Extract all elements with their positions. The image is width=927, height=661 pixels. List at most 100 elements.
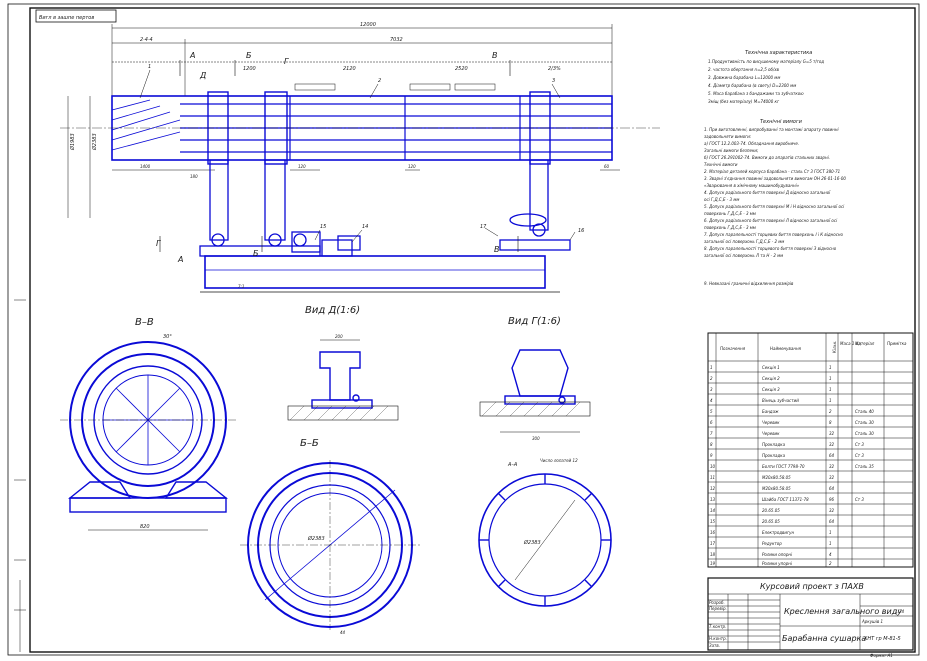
svg-text:1: 1 — [829, 365, 832, 370]
th-oboz: Позначення — [720, 346, 746, 351]
sec-b2: Б — [253, 249, 259, 258]
drawing-sheet: Вигл в зашпе пертов 12000 2·4·4 7032 120… — [0, 0, 927, 661]
title-vv: В–В — [135, 317, 154, 328]
svg-text:32: 32 — [829, 475, 835, 480]
svg-text:4. Діаметр барабана (в свету): 4. Діаметр барабана (в свету) D=2300 мм — [708, 83, 796, 88]
spec-title: Технічна характеристика — [745, 50, 812, 56]
sec-v1: В — [492, 51, 498, 60]
dim-mid: 1200 — [243, 66, 256, 72]
leader-16: 16 — [578, 228, 584, 234]
svg-text:задовольняти вимоги:: задовольняти вимоги: — [704, 134, 752, 139]
dim-slope: 2/3% — [548, 66, 561, 72]
svg-text:М20х80.58.05: М20х80.58.05 — [762, 486, 791, 491]
svg-text:Прокладка: Прокладка — [762, 453, 786, 458]
svg-text:Шайба ГОСТ 11371-78: Шайба ГОСТ 11371-78 — [762, 497, 809, 502]
svg-text:Секція 2: Секція 2 — [762, 376, 780, 381]
title-vd: Вид Д(1:6) — [305, 305, 360, 316]
svg-text:Болти ГОСТ 7798-70: Болти ГОСТ 7798-70 — [762, 464, 805, 469]
svg-text:Сталь 40: Сталь 40 — [855, 409, 874, 414]
svg-text:32: 32 — [829, 508, 835, 513]
svg-text:поверхонь Г,Д,С,Е - 3 мм: поверхонь Г,Д,С,Е - 3 мм — [704, 211, 756, 216]
svg-text:Ролики упорні: Ролики упорні — [762, 561, 793, 566]
svg-text:Сталь 35: Сталь 35 — [855, 464, 874, 469]
svg-text:32: 32 — [829, 431, 835, 436]
leader-14: 14 — [362, 224, 368, 230]
svg-text:Прокладка: Прокладка — [762, 442, 786, 447]
dim-slope-small: 7:1 — [238, 284, 244, 289]
th-name: Найменування — [770, 346, 802, 351]
svg-text:96: 96 — [829, 497, 835, 502]
svg-text:64: 64 — [829, 486, 835, 491]
svg-text:1: 1 — [829, 387, 832, 392]
svg-text:6. Допуск радіального биття по: 6. Допуск радіального биття поверхні Л в… — [704, 218, 838, 223]
sec-b1: Б — [246, 51, 252, 60]
svg-text:поверхонь Г,Д,С,Е - 3 мм: поверхонь Г,Д,С,Е - 3 мм — [704, 225, 756, 230]
svg-text:11: 11 — [710, 475, 715, 480]
sec-g2: Г — [156, 239, 161, 248]
svg-text:Електродвигун: Електродвигун — [762, 530, 794, 535]
svg-text:1: 1 — [829, 376, 832, 381]
dim-h2: Ø2383 — [91, 133, 98, 151]
dia-aa: Ø2383 — [523, 539, 541, 546]
dim-44: 44 — [340, 630, 346, 635]
svg-text:1: 1 — [829, 541, 832, 546]
leader-15: 15 — [320, 224, 326, 230]
svg-text:5. Маса барабана з бандажами т: 5. Маса барабана з бандажами та зубчатко… — [708, 91, 804, 96]
svg-text:Секція 3: Секція 3 — [762, 387, 780, 392]
tb-role-1: Перевір. — [709, 606, 727, 611]
svg-text:14: 14 — [710, 508, 716, 513]
svg-text:Сталь 30: Сталь 30 — [855, 431, 874, 436]
svg-text:Черевик: Черевик — [762, 431, 780, 436]
dim-2520: 2520 — [455, 66, 468, 72]
tb-role-4: Затв. — [709, 643, 720, 648]
dim-h1: Ø1983 — [69, 133, 76, 151]
svg-text:М20х80.58.05: М20х80.58.05 — [762, 475, 791, 480]
svg-text:Ст 3: Ст 3 — [855, 497, 864, 502]
tb-role-2: Т.контр. — [709, 624, 726, 629]
svg-text:загальної осі поверхонь Г,Д,С,: загальної осі поверхонь Г,Д,С,Е - 2 мм — [704, 239, 784, 244]
sec-v2: В — [494, 245, 500, 254]
title-aa: А–А — [507, 462, 518, 468]
tb-scale: 1:24 — [895, 609, 904, 614]
svg-text:б) ГОСТ 26.291002-74. Вимоги д: б) ГОСТ 26.291002-74. Вимоги до апаратів… — [704, 155, 830, 160]
svg-text:1: 1 — [829, 530, 832, 535]
th-note: Примітка — [887, 341, 907, 346]
svg-text:3. Довжина барабана L=12000 мм: 3. Довжина барабана L=12000 мм — [708, 75, 780, 80]
svg-text:Загальні вимоги безпеки;: Загальні вимоги безпеки; — [704, 148, 759, 153]
svg-text:64: 64 — [829, 453, 835, 458]
svg-text:осі Г,Д,С,Е - 3 мм: осі Г,Д,С,Е - 3 мм — [704, 197, 739, 202]
svg-text:2. Матеріал деталей корпуса ба: 2. Матеріал деталей корпуса барабана - с… — [704, 169, 840, 174]
sec-g1: Г — [284, 57, 289, 66]
svg-text:15: 15 — [710, 519, 716, 524]
svg-text:Вінець зубчастий: Вінець зубчастий — [762, 398, 799, 403]
leader-2: 2 — [378, 78, 381, 84]
svg-text:1: 1 — [829, 398, 832, 403]
ang-vv: 30° — [163, 334, 172, 340]
svg-text:Секція 1: Секція 1 — [762, 365, 780, 370]
leader-1: 1 — [148, 64, 151, 70]
dim-sub2: 7032 — [390, 37, 403, 43]
svg-text:загальної осі поверхонь Л та Н: загальної осі поверхонь Л та Н - 2 мм — [704, 253, 783, 258]
title-bb: Б–Б — [300, 438, 319, 449]
dim-180: 180 — [190, 174, 198, 179]
svg-text:1: 1 — [710, 365, 713, 370]
dim-vv: 820 — [140, 524, 150, 530]
dim-sub1: 2·4·4 — [140, 37, 153, 43]
svg-text:«Зварювання в хімічному машино: «Зварювання в хімічному машинобудуванні» — [704, 183, 800, 188]
svg-text:17: 17 — [710, 541, 716, 546]
svg-text:1. При виготовленні, випробува: 1. При виготовленні, випробуванні та мон… — [704, 127, 839, 132]
svg-text:Ролики опорні: Ролики опорні — [762, 552, 793, 557]
tb-role-3: Н.контр. — [709, 636, 727, 641]
svg-text:19: 19 — [710, 561, 716, 566]
aa-note: Число лопатей 12 — [540, 458, 578, 463]
svg-text:8. Допуск паралельності торцев: 8. Допуск паралельності торцевого биття … — [704, 246, 837, 251]
th-qty: Кільк. — [832, 340, 837, 353]
svg-text:3. Зварні з'єднання повинні за: 3. Зварні з'єднання повинні задовольняти… — [704, 176, 846, 181]
dim-120a: 120 — [298, 164, 306, 169]
svg-text:4. Допуск радіального биття по: 4. Допуск радіального биття поверхні Д в… — [704, 190, 831, 195]
tb-course: Курсовий проект з ПАХВ — [760, 582, 864, 591]
dim-1400: 1400 — [140, 164, 151, 169]
svg-text:13: 13 — [710, 497, 716, 502]
tb-group: ХНТ гр М-81-5 — [863, 636, 901, 642]
dim-120b: 120 — [408, 164, 416, 169]
